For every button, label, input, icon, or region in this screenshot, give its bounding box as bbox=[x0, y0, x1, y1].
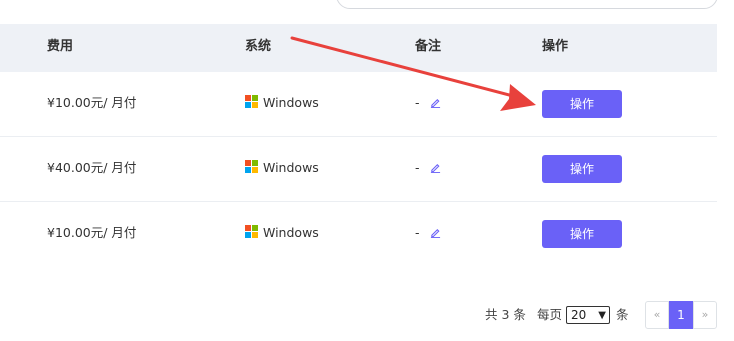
note-text: - bbox=[415, 95, 420, 110]
windows-logo-icon bbox=[245, 160, 259, 174]
table-row: ¥10.00元/ 月付 Windows - 操作 bbox=[0, 202, 717, 266]
fee-cell: ¥10.00元/ 月付 bbox=[47, 225, 137, 240]
chevron-down-icon: ▼ bbox=[598, 310, 606, 321]
per-page-label: 每页 bbox=[537, 307, 563, 322]
note-cell: - bbox=[415, 72, 441, 136]
pencil-icon[interactable] bbox=[430, 162, 441, 173]
page-1-button[interactable]: 1 bbox=[669, 301, 693, 329]
pencil-icon[interactable] bbox=[430, 97, 441, 108]
action-button[interactable]: 操作 bbox=[542, 155, 622, 183]
windows-logo-icon bbox=[245, 95, 259, 109]
header-fee: 费用 bbox=[47, 39, 74, 54]
action-button[interactable]: 操作 bbox=[542, 90, 622, 118]
note-text: - bbox=[415, 160, 420, 175]
windows-logo-icon bbox=[245, 225, 259, 239]
orders-table: 费用 系统 备注 操作 ¥10.00元/ 月付 Windows - 操作 ¥40… bbox=[0, 24, 717, 266]
header-action: 操作 bbox=[542, 39, 569, 54]
action-button[interactable]: 操作 bbox=[542, 220, 622, 248]
fee-cell: ¥40.00元/ 月付 bbox=[47, 160, 137, 175]
pencil-icon[interactable] bbox=[430, 227, 441, 238]
header-os: 系统 bbox=[245, 39, 272, 54]
per-page-select[interactable]: 20 ▼ bbox=[566, 306, 610, 324]
note-text: - bbox=[415, 225, 420, 240]
search-input[interactable] bbox=[336, 0, 718, 9]
per-page-unit: 条 bbox=[616, 307, 629, 322]
header-note: 备注 bbox=[415, 39, 442, 54]
note-cell: - bbox=[415, 202, 441, 266]
per-page-value: 20 bbox=[571, 308, 587, 322]
os-label: Windows bbox=[263, 225, 319, 240]
os-cell: Windows bbox=[245, 137, 319, 201]
note-cell: - bbox=[415, 137, 441, 201]
table-row: ¥10.00元/ 月付 Windows - 操作 bbox=[0, 72, 717, 137]
total-count: 共 3 条 bbox=[485, 307, 526, 322]
fee-cell: ¥10.00元/ 月付 bbox=[47, 95, 137, 110]
os-label: Windows bbox=[263, 95, 319, 110]
os-cell: Windows bbox=[245, 72, 319, 136]
os-label: Windows bbox=[263, 160, 319, 175]
next-page-button[interactable]: » bbox=[693, 301, 717, 329]
os-cell: Windows bbox=[245, 202, 319, 266]
table-header: 费用 系统 备注 操作 bbox=[0, 24, 717, 72]
table-row: ¥40.00元/ 月付 Windows - 操作 bbox=[0, 137, 717, 202]
prev-page-button[interactable]: « bbox=[645, 301, 669, 329]
